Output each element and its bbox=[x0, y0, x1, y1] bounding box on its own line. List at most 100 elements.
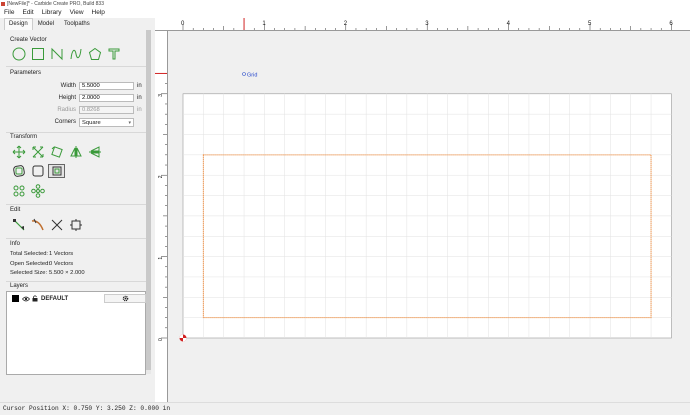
tab-model[interactable]: Model bbox=[33, 18, 59, 30]
menu-bar: File Edit Library View Help bbox=[0, 8, 690, 18]
select-box-icon bbox=[69, 219, 82, 231]
cursor-position: Cursor Position X: 0.750 Y: 3.250 Z: 0.0… bbox=[3, 405, 171, 412]
ruler-y-label: 0 bbox=[158, 338, 164, 341]
selected-size-label: Selected Size: bbox=[10, 270, 48, 276]
radius-label: Radius bbox=[57, 107, 76, 113]
layer-name: DEFAULT bbox=[41, 295, 69, 302]
width-input[interactable] bbox=[79, 82, 134, 90]
width-unit: in bbox=[137, 83, 142, 89]
eye-icon[interactable] bbox=[22, 296, 30, 302]
move-icon bbox=[12, 145, 25, 159]
circle-tool-button[interactable] bbox=[10, 47, 27, 61]
open-selected: Open Selected: 0 Vectors bbox=[10, 261, 73, 267]
grid-label[interactable]: Grid bbox=[247, 73, 257, 79]
transform-tools-row-1 bbox=[10, 145, 105, 159]
ruler-top bbox=[155, 18, 690, 30]
design-canvas[interactable]: 0 1 2 3 4 5 60123Grid bbox=[155, 18, 690, 402]
curve-icon bbox=[70, 48, 81, 60]
height-label: Height bbox=[58, 95, 76, 101]
node-edit-button[interactable] bbox=[10, 218, 27, 232]
selected-size-value: 5.500 × 2.000 bbox=[49, 270, 85, 276]
sidebar-scrollbar-thumb[interactable] bbox=[146, 30, 151, 370]
rectangle-tool-button[interactable] bbox=[29, 47, 46, 61]
node-edit-icon bbox=[12, 219, 24, 231]
menu-file[interactable]: File bbox=[4, 8, 14, 18]
tab-toolpaths[interactable]: Toolpaths bbox=[59, 18, 95, 30]
radius-unit: in bbox=[137, 107, 142, 113]
offset-button[interactable] bbox=[10, 164, 27, 178]
ruler-y-label: 3 bbox=[158, 94, 164, 97]
selected-size: Selected Size: 5.500 × 2.000 bbox=[10, 270, 85, 276]
divider bbox=[6, 204, 146, 205]
layers-title: Layers bbox=[10, 283, 29, 289]
open-selected-value: 0 Vectors bbox=[49, 261, 74, 267]
mirror-horizontal-button[interactable] bbox=[67, 145, 84, 159]
total-selected: Total Selected: 1 Vectors bbox=[10, 251, 73, 257]
fillet-button[interactable] bbox=[29, 164, 46, 178]
select-box-button[interactable] bbox=[67, 218, 84, 232]
menu-help[interactable]: Help bbox=[92, 8, 105, 18]
divider bbox=[6, 66, 146, 67]
menu-view[interactable]: View bbox=[70, 8, 84, 18]
move-button[interactable] bbox=[10, 145, 27, 159]
align-button[interactable] bbox=[48, 164, 65, 178]
window-titlebar: [NewFile]* - Carbide Create PRO, Build 8… bbox=[0, 0, 690, 8]
transform-tools-row-3 bbox=[10, 184, 48, 198]
menu-edit[interactable]: Edit bbox=[22, 8, 33, 18]
ruler-y-label: 1 bbox=[158, 257, 164, 260]
origin-marker-quadrant bbox=[183, 338, 187, 342]
layer-color-swatch[interactable] bbox=[12, 295, 19, 302]
polyline-tool-button[interactable] bbox=[48, 47, 65, 61]
sidebar-scrollbar[interactable] bbox=[146, 30, 151, 374]
circular-array-icon bbox=[30, 184, 45, 198]
polygon-icon bbox=[88, 47, 101, 60]
window-title: [NewFile]* - Carbide Create PRO, Build 8… bbox=[7, 1, 104, 7]
open-selected-label: Open Selected: bbox=[10, 261, 50, 267]
origin-marker-quadrant bbox=[179, 334, 183, 338]
grid-array-button[interactable] bbox=[10, 184, 27, 198]
polygon-tool-button[interactable] bbox=[86, 47, 103, 61]
lock-icon[interactable] bbox=[32, 295, 38, 302]
status-bar: Cursor Position X: 0.750 Y: 3.250 Z: 0.0… bbox=[0, 402, 690, 414]
layer-row[interactable]: DEFAULT bbox=[12, 295, 68, 302]
rectangle-icon bbox=[31, 48, 44, 60]
text-tool-button[interactable] bbox=[105, 47, 122, 61]
corners-value: Square bbox=[82, 120, 101, 126]
cut-button[interactable] bbox=[48, 218, 65, 232]
layers-list: DEFAULT bbox=[6, 291, 146, 375]
gear-icon bbox=[122, 295, 128, 302]
total-selected-label: Total Selected: bbox=[10, 251, 49, 257]
parameters-title: Parameters bbox=[10, 70, 42, 76]
mirror-horizontal-icon bbox=[69, 146, 82, 158]
divider bbox=[6, 238, 146, 239]
rotate-button[interactable] bbox=[48, 145, 65, 159]
transform-tools-row-2 bbox=[10, 164, 67, 178]
divider bbox=[6, 132, 146, 133]
scale-icon bbox=[32, 146, 43, 158]
menu-library[interactable]: Library bbox=[42, 8, 62, 18]
scale-button[interactable] bbox=[29, 145, 46, 159]
tab-design[interactable]: Design bbox=[4, 18, 33, 30]
create-vector-tools bbox=[10, 47, 124, 61]
info-title: Info bbox=[10, 241, 21, 247]
layer-settings-button[interactable] bbox=[104, 294, 146, 303]
edit-tools bbox=[10, 218, 86, 232]
total-selected-value: 1 Vectors bbox=[49, 251, 74, 257]
trim-button[interactable] bbox=[29, 218, 46, 232]
circular-array-button[interactable] bbox=[29, 184, 46, 198]
corners-label: Corners bbox=[54, 119, 76, 125]
fillet-icon bbox=[32, 165, 43, 177]
mirror-vertical-button[interactable] bbox=[86, 145, 103, 159]
chevron-down-icon: ▾ bbox=[128, 120, 131, 126]
transform-title: Transform bbox=[10, 134, 38, 140]
radius-input[interactable] bbox=[79, 106, 134, 114]
curve-tool-button[interactable] bbox=[67, 47, 84, 61]
circle-icon bbox=[12, 47, 25, 61]
rotate-icon bbox=[50, 146, 63, 158]
trim-icon bbox=[31, 218, 44, 231]
height-input[interactable] bbox=[79, 94, 134, 102]
divider bbox=[6, 281, 146, 282]
polyline-icon bbox=[51, 47, 62, 61]
corners-select[interactable]: Square ▾ bbox=[79, 118, 134, 127]
design-canvas-area[interactable]: 0 1 2 3 4 5 6 0 1 2 3 Grid bbox=[155, 18, 690, 402]
